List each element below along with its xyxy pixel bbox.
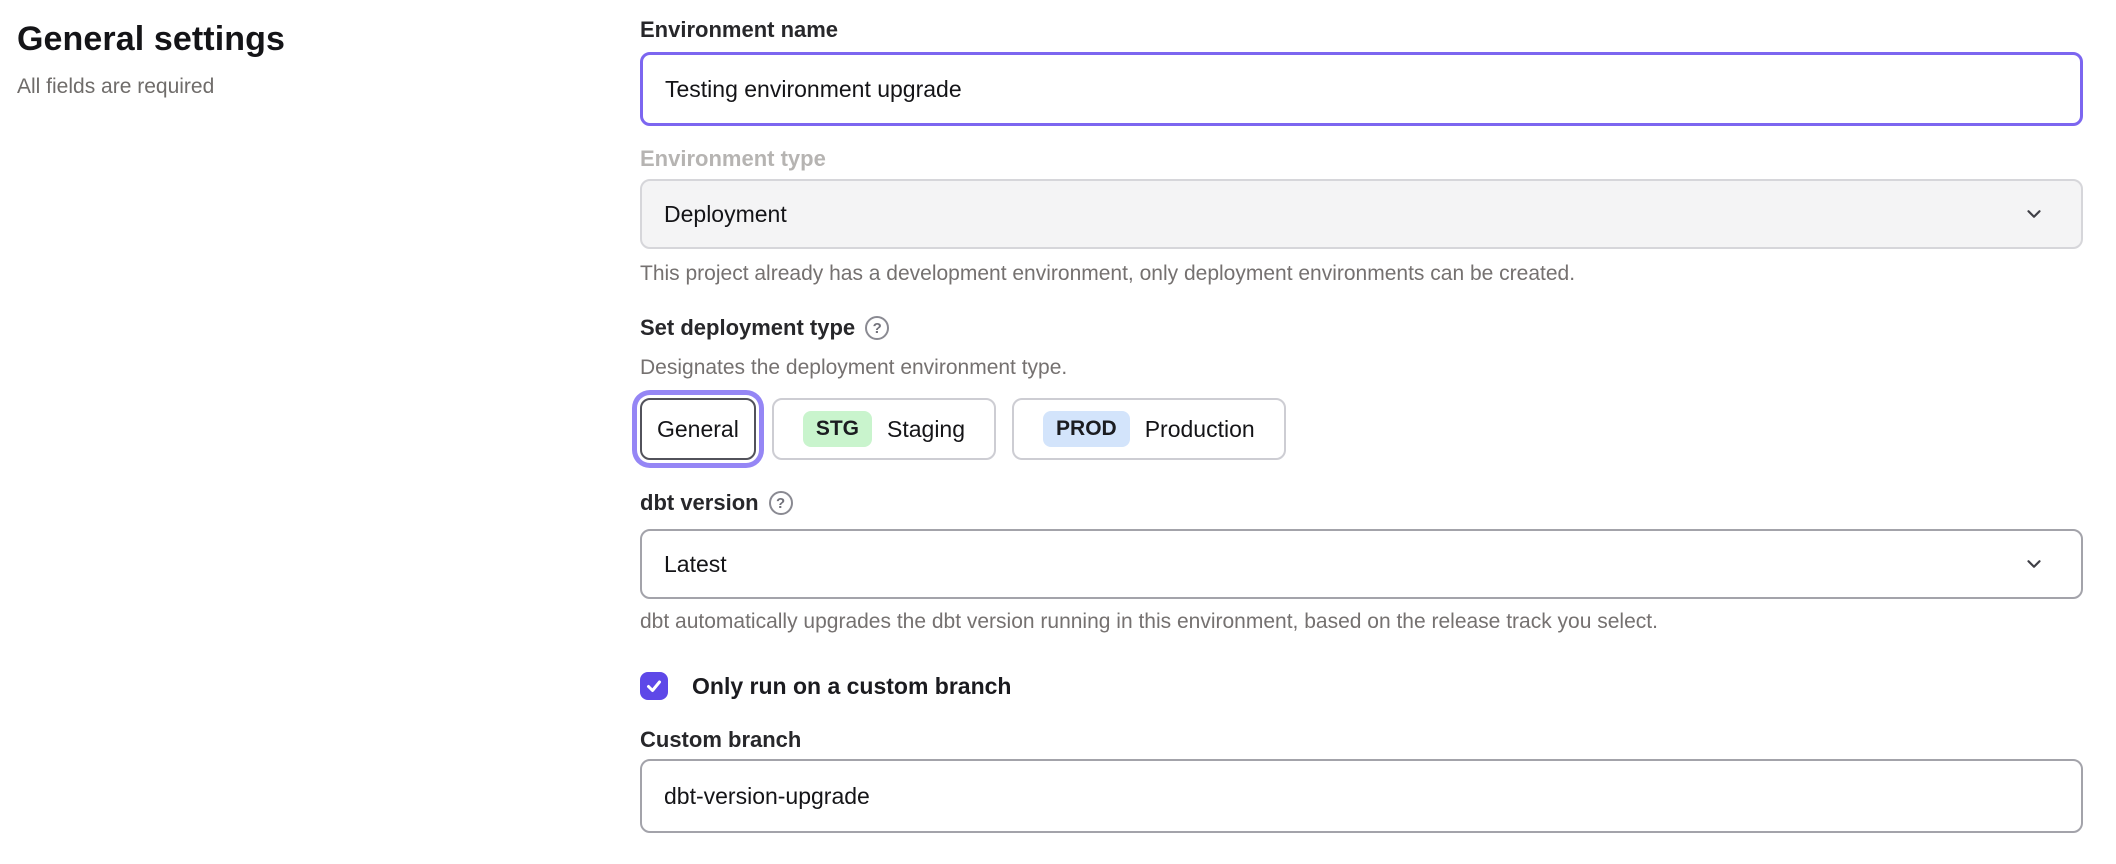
staging-badge: STG <box>803 411 872 447</box>
page-subtitle: All fields are required <box>17 75 577 99</box>
dbt-version-label: dbt version <box>640 490 759 516</box>
environment-type-label: Environment type <box>640 146 2083 172</box>
dbt-version-field: dbt version ? Latest dbt automatically u… <box>640 490 2083 635</box>
dbt-version-value: Latest <box>664 551 727 578</box>
custom-branch-toggle-row: Only run on a custom branch <box>640 672 2083 700</box>
deployment-type-production-button[interactable]: PROD Production <box>1012 398 1286 460</box>
environment-name-input[interactable] <box>640 52 2083 126</box>
deployment-type-field: Set deployment type ? Designates the dep… <box>640 315 2083 460</box>
chevron-down-icon <box>2023 203 2045 225</box>
environment-name-field: Environment name <box>640 17 2083 126</box>
page-title: General settings <box>17 20 577 59</box>
deployment-type-options: General STG Staging PROD Production <box>640 398 2083 460</box>
custom-branch-toggle-label: Only run on a custom branch <box>692 673 1011 700</box>
environment-type-helper: This project already has a development e… <box>640 261 2083 287</box>
environment-type-select[interactable]: Deployment <box>640 179 2083 249</box>
custom-branch-field: Custom branch <box>640 727 2083 833</box>
environment-type-field: Environment type Deployment This project… <box>640 146 2083 287</box>
custom-branch-checkbox[interactable] <box>640 672 668 700</box>
custom-branch-label: Custom branch <box>640 727 2083 753</box>
checkmark-icon <box>645 677 663 695</box>
deployment-type-label: Set deployment type <box>640 315 855 341</box>
environment-name-label: Environment name <box>640 17 2083 43</box>
deployment-type-production-label: Production <box>1145 416 1255 443</box>
help-icon[interactable]: ? <box>769 491 793 515</box>
deployment-type-description: Designates the deployment environment ty… <box>640 355 2083 381</box>
settings-form: Environment name Environment type Deploy… <box>640 0 2083 864</box>
production-badge: PROD <box>1043 411 1130 447</box>
deployment-type-general-button[interactable]: General <box>640 398 756 460</box>
settings-header: General settings All fields are required <box>17 20 577 99</box>
deployment-type-staging-button[interactable]: STG Staging <box>772 398 996 460</box>
deployment-type-staging-label: Staging <box>887 416 965 443</box>
help-icon[interactable]: ? <box>865 316 889 340</box>
deployment-type-general-label: General <box>657 416 739 443</box>
environment-settings-page: General settings All fields are required… <box>0 0 2116 864</box>
dbt-version-helper: dbt automatically upgrades the dbt versi… <box>640 609 2083 635</box>
dbt-version-select[interactable]: Latest <box>640 529 2083 599</box>
environment-type-value: Deployment <box>664 201 787 228</box>
chevron-down-icon <box>2023 553 2045 575</box>
custom-branch-input[interactable] <box>640 759 2083 833</box>
